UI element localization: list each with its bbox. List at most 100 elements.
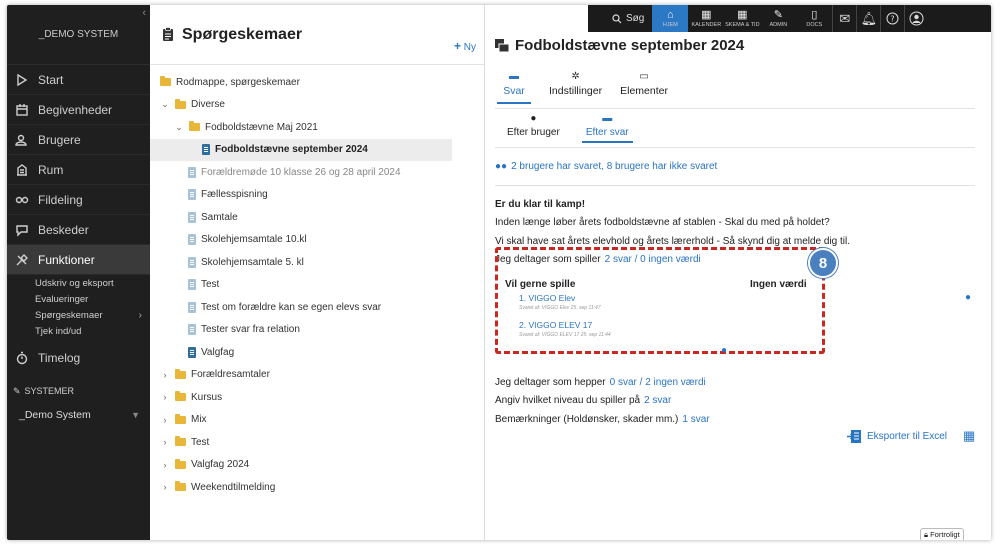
tree-folder[interactable]: › Mix xyxy=(150,409,484,432)
sidebar-sub-spoergeskemaer[interactable]: Spørgeskemaer › xyxy=(7,307,150,323)
question-row: Angiv hvilket niveau du spiller på 2 sva… xyxy=(495,392,975,411)
tree-item[interactable]: Fodboldstævne september 2024 xyxy=(150,138,452,161)
systems-heading: ✎ SYSTEMER xyxy=(7,379,150,403)
search-label: Søg xyxy=(626,13,645,24)
question-row: Jeg deltager som hepper 0 svar / 2 ingen… xyxy=(495,373,975,392)
sidebar-sub-label: Spørgeskemaer xyxy=(35,309,103,321)
tree-item[interactable]: Samtale xyxy=(150,206,484,229)
divider xyxy=(495,108,975,109)
questionnaire-icon xyxy=(188,279,196,291)
export-excel-button[interactable]: Eksporter til Excel ▦ xyxy=(847,428,975,444)
tab-svar[interactable]: ▬ Svar xyxy=(497,71,531,107)
tab-efter-svar[interactable]: ▬ Efter svar xyxy=(581,113,633,143)
tree-folder[interactable]: › Forældresamtaler xyxy=(150,364,484,387)
chevron-down-icon[interactable]: ⌄ xyxy=(174,122,184,133)
answer-user-link[interactable]: 2. VIGGO ELEV 17 xyxy=(519,320,592,330)
tree-folder[interactable]: › Kursus xyxy=(150,386,484,409)
sidebar-item-brugere[interactable]: Brugere xyxy=(7,125,150,155)
bell-icon[interactable]: 🔔︎ xyxy=(856,5,880,32)
chevron-right-icon[interactable]: › xyxy=(160,392,170,402)
help-icon[interactable]: ? xyxy=(880,5,904,32)
question-text: Jeg deltager som hepper xyxy=(495,376,606,388)
main-tabs: ▬ Svar ✲ Indstillinger ▭ Elementer xyxy=(497,71,668,107)
subtab-label: Efter svar xyxy=(585,127,629,138)
tab-label: Indstillinger xyxy=(549,85,603,97)
sidebar-item-funktioner[interactable]: Funktioner xyxy=(7,245,150,275)
person-icon[interactable]: ● xyxy=(721,345,727,356)
questionnaire-icon xyxy=(188,166,196,178)
chevron-right-icon[interactable]: › xyxy=(160,482,170,492)
tree-folder[interactable]: › Weekendtilmelding xyxy=(150,476,484,499)
tree-item[interactable]: Test om forældre kan se egen elevs svar xyxy=(150,296,484,319)
questionnaire-icon xyxy=(188,346,196,358)
answer-count-link[interactable]: 2 svar xyxy=(644,395,671,406)
tree-item-label: Test xyxy=(191,436,210,448)
wrench-icon: ✎ xyxy=(13,385,21,396)
sidebar-item-timelog[interactable]: Timelog xyxy=(7,343,150,373)
sidebar-item-beskeder[interactable]: Beskeder xyxy=(7,215,150,245)
sidebar-item-label: Timelog xyxy=(38,351,81,365)
tree-item[interactable]: Tester svar fra relation xyxy=(150,319,484,342)
tree-folder[interactable]: ⌄ Diverse xyxy=(150,94,484,117)
answer-user-link[interactable]: 1. VIGGO Elev xyxy=(519,293,575,303)
tab-elementer[interactable]: ▭ Elementer xyxy=(620,71,668,107)
search-button[interactable]: Søg xyxy=(588,5,652,32)
sidebar-item-rum[interactable]: Rum xyxy=(7,155,150,185)
toolbar-button-skema-tid[interactable]: ▦ SKEMA & TID xyxy=(724,5,760,32)
sub-tabs: ● Efter bruger ▬ Efter svar xyxy=(503,113,633,143)
sidebar-sub-evalueringer[interactable]: Evalueringer xyxy=(7,291,150,307)
sidebar-sub-tjek[interactable]: Tjek ind/ud xyxy=(7,323,150,339)
tree-folder[interactable]: Rodmappe, spørgeskemaer xyxy=(150,71,484,94)
toolbar-button-docs[interactable]: ▯ DOCS xyxy=(796,5,832,32)
tree-item[interactable]: Skolehjemsamtale 5. kl xyxy=(150,251,484,274)
toolbar-button-admin[interactable]: ✎ ADMIN xyxy=(760,5,796,32)
mail-icon[interactable]: ✉ xyxy=(832,5,856,32)
chevron-right-icon[interactable]: › xyxy=(160,437,170,447)
chevron-down-icon[interactable]: ⌄ xyxy=(160,99,170,110)
chevron-right-icon[interactable]: › xyxy=(160,460,170,470)
collapse-sidebar-icon[interactable]: ‹ xyxy=(142,7,146,19)
system-logo[interactable]: _DEMO SYSTEM xyxy=(7,5,150,65)
answer-count-link[interactable]: 1 svar xyxy=(682,414,709,425)
user-avatar-icon[interactable] xyxy=(904,5,928,32)
toolbar-button-hjem[interactable]: ⌂ HJEM xyxy=(652,5,689,32)
sidebar-item-begivenheder[interactable]: Begivenheder xyxy=(7,95,150,125)
sidebar-sub-udskriv[interactable]: Udskriv og eksport xyxy=(7,275,150,291)
printer-icon[interactable]: ▦ xyxy=(963,428,975,444)
system-selector[interactable]: _Demo System ▼ xyxy=(7,403,150,427)
sidebar-item-start[interactable]: Start xyxy=(7,65,150,95)
tree-item[interactable]: Fællesspisning xyxy=(150,184,484,207)
chat-icon xyxy=(16,224,28,237)
confidential-badge[interactable]: 🔒︎ Fortroligt xyxy=(920,528,964,540)
tree-item[interactable]: Test xyxy=(150,274,484,297)
tree-item[interactable]: Forældremøde 10 klasse 26 og 28 april 20… xyxy=(150,161,484,184)
tree-item[interactable]: Valgfag xyxy=(150,341,484,364)
toolbar-buttons: ⌂ HJEM ▦ KALENDER ▦ SKEMA & TID ✎ ADMIN ▯ DOCS xyxy=(652,5,832,32)
sidebar-item-fildeling[interactable]: Fildeling xyxy=(7,185,150,215)
tree-folder[interactable]: › Test xyxy=(150,431,484,454)
new-button[interactable]: + Ny xyxy=(454,39,476,53)
intro-title-text: Er du klar til kamp! xyxy=(495,198,586,210)
tab-efter-bruger[interactable]: ● Efter bruger xyxy=(503,113,564,143)
tree-folder[interactable]: › Valgfag 2024 xyxy=(150,454,484,477)
chevron-right-icon[interactable]: › xyxy=(160,415,170,425)
subtab-label: Efter bruger xyxy=(507,127,560,138)
person-icon[interactable]: ● xyxy=(965,292,971,303)
questionnaire-title-text: Fodboldstævne september 2024 xyxy=(515,37,745,54)
tree-folder[interactable]: ⌄ Fodboldstævne Maj 2021 xyxy=(150,116,484,139)
answer-count-link[interactable]: 0 svar / 2 ingen værdi xyxy=(610,377,706,388)
tab-indstillinger[interactable]: ✲ Indstillinger xyxy=(549,71,602,107)
excel-export-icon xyxy=(847,429,861,443)
tree-item[interactable]: Skolehjemsamtale 10.kl xyxy=(150,229,484,252)
toolbar-button-label: ADMIN xyxy=(769,21,788,28)
gear-icon: ✲ xyxy=(571,71,580,82)
tree-item-label: Skolehjemsamtale 5. kl xyxy=(201,256,304,268)
folder-icon xyxy=(175,481,186,492)
tree-item-label: Valgfag xyxy=(201,346,235,358)
sidebar-item-label: Rum xyxy=(38,162,64,177)
tree-item-label: Diverse xyxy=(191,99,225,111)
toolbar-button-kalender[interactable]: ▦ KALENDER xyxy=(688,5,724,32)
chevron-right-icon[interactable]: › xyxy=(160,370,170,380)
response-summary-link[interactable]: ●● 2 brugere har svaret, 8 brugere har i… xyxy=(495,161,717,172)
toolbar-glyph-icon: ▦ xyxy=(701,8,712,21)
